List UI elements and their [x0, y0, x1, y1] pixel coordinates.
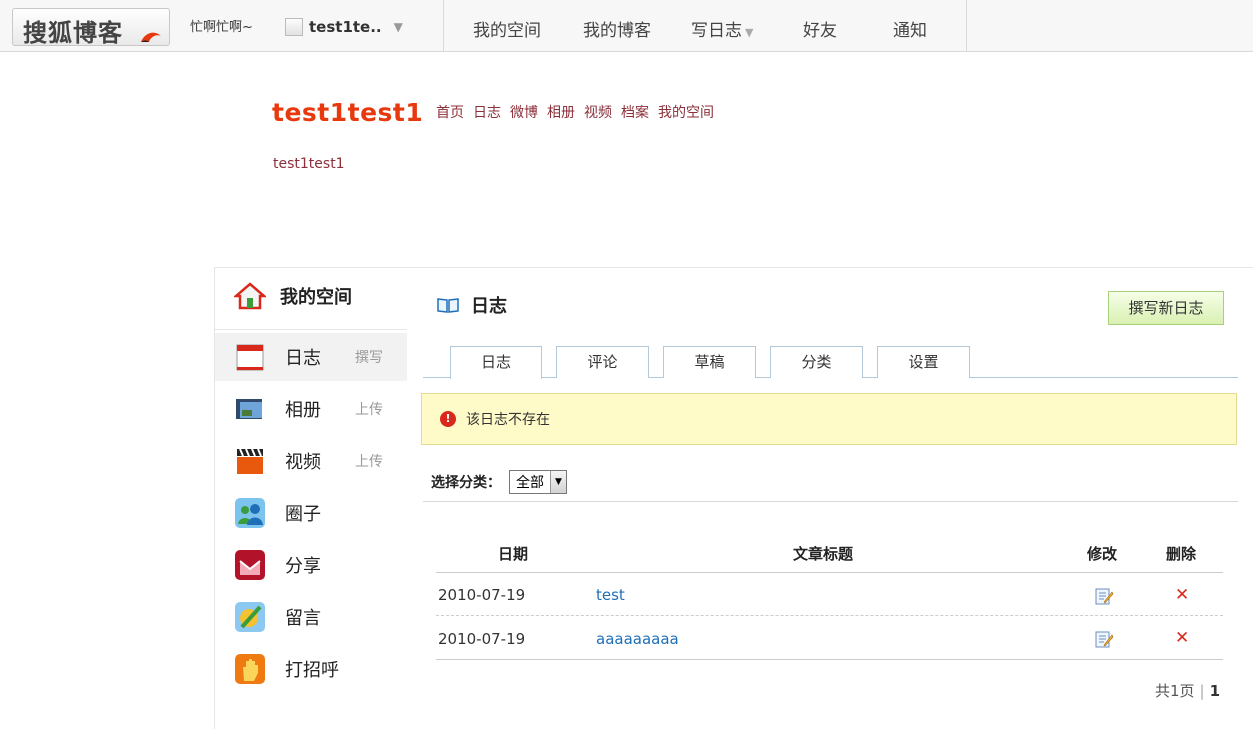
sidebar-item-label: 视频	[285, 452, 321, 473]
category-select[interactable]: 全部 ▼	[509, 470, 567, 494]
tab-drafts[interactable]: 草稿	[663, 346, 756, 378]
pagination: 共1页 | 1	[1155, 680, 1220, 701]
upload-photo-link[interactable]: 上传	[355, 399, 383, 419]
blog-nav-weibo[interactable]: 微博	[510, 102, 538, 122]
home-icon	[234, 282, 266, 310]
wave-hand-icon	[235, 654, 265, 684]
sidebar-item-label: 打招呼	[285, 660, 339, 681]
share-icon	[235, 550, 265, 580]
error-icon: !	[440, 411, 456, 427]
avatar	[285, 18, 303, 36]
nav-write-post[interactable]: 写日志 ▼	[691, 16, 753, 41]
video-clapper-icon	[237, 448, 263, 474]
sidebar-item-label: 分享	[285, 556, 321, 577]
dropdown-arrow-icon: ▼	[550, 471, 566, 493]
column-header-title: 文章标题	[793, 545, 854, 563]
blog-title[interactable]: test1test1	[272, 98, 423, 127]
blog-nav-video[interactable]: 视频	[584, 102, 612, 122]
column-header-date: 日期	[498, 545, 529, 563]
column-header-edit: 修改	[1087, 545, 1118, 563]
sidebar-item-greet[interactable]: 打招呼	[215, 645, 407, 693]
nav-friends[interactable]: 好友	[803, 16, 837, 41]
sidebar-item-video[interactable]: 视频 上传	[215, 437, 407, 485]
post-title-link[interactable]: test	[596, 586, 625, 604]
write-post-link[interactable]: 撰写	[355, 347, 383, 367]
row-divider	[436, 615, 1223, 616]
nav-my-space[interactable]: 我的空间	[473, 16, 541, 41]
logo-text: 搜狐博客	[23, 18, 123, 47]
category-filter: 选择分类： 全部 ▼	[431, 470, 567, 494]
post-date: 2010-07-19	[438, 586, 526, 604]
sohu-blog-logo[interactable]: 搜狐博客	[12, 8, 170, 47]
nav-divider	[443, 0, 444, 52]
write-new-post-button[interactable]: 撰写新日志	[1108, 291, 1224, 325]
sidebar-item-circles[interactable]: 圈子	[215, 489, 407, 537]
tab-categories[interactable]: 分类	[770, 346, 863, 378]
message-icon	[235, 602, 265, 632]
pager-separator: |	[1199, 682, 1205, 700]
edit-icon[interactable]	[1094, 629, 1114, 649]
blog-nav-album[interactable]: 相册	[547, 102, 575, 122]
filter-label: 选择分类：	[431, 475, 501, 491]
sidebar-item-share[interactable]: 分享	[215, 541, 407, 589]
tab-posts[interactable]: 日志	[450, 346, 542, 379]
blog-nav-home[interactable]: 首页	[436, 102, 464, 122]
category-select-value: 全部	[516, 475, 544, 491]
fox-tail-icon	[141, 32, 161, 42]
photo-album-icon	[236, 399, 262, 419]
chevron-down-icon: ▼	[393, 20, 403, 34]
username: test1te..	[309, 18, 382, 36]
sidebar-item-label: 相册	[285, 400, 321, 421]
table-header-divider	[436, 572, 1223, 573]
column-header-delete: 删除	[1166, 545, 1197, 563]
sidebar-item-label: 留言	[285, 608, 321, 629]
blog-subtitle: test1test1	[273, 156, 345, 172]
blog-nav-my-space[interactable]: 我的空间	[658, 102, 714, 122]
page-title: 日志	[471, 296, 507, 317]
blog-nav-profile[interactable]: 档案	[621, 102, 649, 122]
table-bottom-divider	[436, 659, 1223, 660]
sidebar-divider	[215, 329, 407, 330]
filter-divider	[423, 501, 1238, 502]
chevron-down-icon: ▼	[745, 26, 754, 39]
sidebar-item-label: 日志	[285, 348, 321, 369]
post-title-link[interactable]: aaaaaaaaa	[596, 630, 679, 648]
nav-my-blog[interactable]: 我的博客	[583, 16, 651, 41]
sidebar-item-messages[interactable]: 留言	[215, 593, 407, 641]
top-nav-bar: 搜狐博客 忙啊忙啊~ test1te.. ▼ 我的空间 我的博客 写日志 ▼ 好友…	[0, 0, 1253, 52]
upload-video-link[interactable]: 上传	[355, 451, 383, 471]
tab-comments[interactable]: 评论	[556, 346, 649, 378]
alert-message: 该日志不存在	[466, 412, 550, 428]
group-icon	[235, 498, 265, 528]
open-book-icon	[437, 298, 459, 313]
sidebar-item-album[interactable]: 相册 上传	[215, 385, 407, 433]
user-mood-status[interactable]: 忙啊忙啊~	[190, 16, 253, 35]
delete-icon[interactable]: ✕	[1175, 628, 1189, 648]
tab-settings[interactable]: 设置	[877, 346, 970, 378]
nav-notifications[interactable]: 通知	[893, 16, 927, 41]
error-alert: ! 该日志不存在	[421, 393, 1237, 445]
delete-icon[interactable]: ✕	[1175, 585, 1189, 605]
blog-nav-posts[interactable]: 日志	[473, 102, 501, 122]
page-number-current[interactable]: 1	[1210, 682, 1220, 700]
content-heading: 日志	[437, 292, 507, 318]
sidebar-item-posts[interactable]: 日志 撰写	[215, 333, 407, 381]
page-total: 共1页	[1155, 682, 1195, 700]
sidebar-item-label: 圈子	[285, 504, 321, 525]
nav-write-post-label: 写日志	[691, 21, 742, 41]
sidebar-heading-label: 我的空间	[280, 287, 352, 308]
panel-top-border	[214, 267, 1253, 268]
post-date: 2010-07-19	[438, 630, 526, 648]
sidebar-heading[interactable]: 我的空间	[234, 282, 352, 310]
blog-nav: 首页 日志 微博 相册 视频 档案 我的空间	[436, 102, 714, 122]
edit-icon[interactable]	[1094, 586, 1114, 606]
user-menu[interactable]: test1te.. ▼	[285, 15, 403, 39]
calendar-icon	[236, 344, 264, 371]
nav-divider	[966, 0, 967, 52]
